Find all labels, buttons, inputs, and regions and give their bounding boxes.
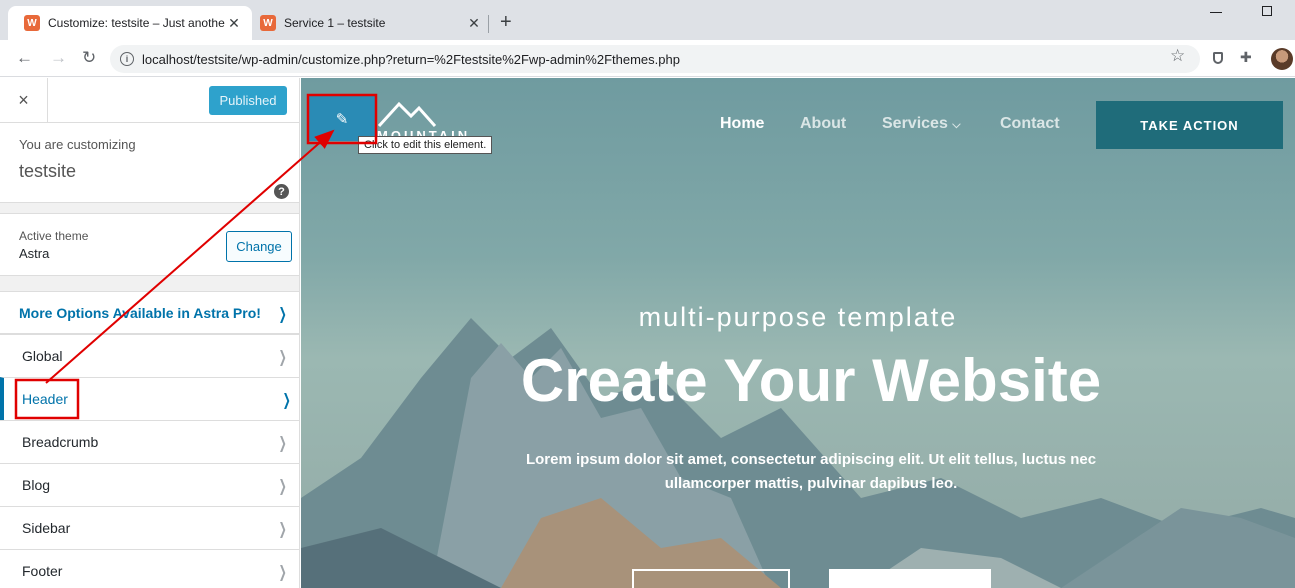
take-action-button[interactable]: TAKE ACTION <box>1096 101 1283 149</box>
info-icon[interactable]: i <box>120 52 134 66</box>
active-theme-panel: Active theme Astra Change <box>0 213 299 276</box>
mountain-logo-icon <box>377 101 437 128</box>
help-icon[interactable]: ? <box>274 184 289 199</box>
chevron-right-icon: ❯ <box>278 519 287 538</box>
tab-close-icon[interactable]: ✕ <box>226 15 242 32</box>
browser-toolbar: ← → ↻ i localhost/testsite/wp-admin/cust… <box>0 40 1295 77</box>
customizing-label: You are customizing <box>19 137 136 152</box>
site-name: testsite <box>19 161 77 181</box>
hero-subtitle: multi-purpose template <box>638 302 958 332</box>
published-button[interactable]: Published <box>209 86 287 115</box>
sidebar-item-astra-pro[interactable]: More Options Available in Astra Pro! ❯ <box>0 291 299 334</box>
sidebar-item-footer[interactable]: Footer ❯ <box>0 549 299 588</box>
hero-solid-button[interactable] <box>829 569 991 588</box>
forward-arrow-icon[interactable]: → <box>50 48 67 68</box>
customizer-header: × Published <box>0 78 299 123</box>
reload-icon[interactable]: ↻ <box>82 48 96 68</box>
pencil-icon: ✎ <box>335 110 349 128</box>
chevron-right-icon: ❯ <box>278 347 287 366</box>
sidebar-item-breadcrumb[interactable]: Breadcrumb ❯ <box>0 420 299 463</box>
active-theme-label: Active theme <box>19 229 89 243</box>
sidebar-item-label: Header <box>22 391 68 407</box>
chevron-right-icon: ❯ <box>278 304 287 323</box>
sidebar-item-global[interactable]: Global ❯ <box>0 334 299 377</box>
nav-link-label: Services <box>882 115 948 132</box>
browser-tab-service[interactable]: W Service 1 – testsite ✕ <box>252 6 492 40</box>
wordpress-favicon-icon: W <box>24 15 40 31</box>
tab-title: Service 1 – testsite <box>284 16 386 30</box>
sidebar-item-label: Sidebar <box>22 520 71 536</box>
address-bar[interactable]: i localhost/testsite/wp-admin/customize.… <box>110 45 1200 73</box>
tab-separator <box>488 15 489 33</box>
nav-link-about[interactable]: About <box>800 115 846 133</box>
sidebar-item-label: Blog <box>22 477 51 493</box>
tab-title: Customize: testsite – Just anothe <box>48 16 225 30</box>
avatar[interactable] <box>1271 48 1293 70</box>
maximize-window-icon[interactable] <box>1262 6 1272 16</box>
close-customizer-button[interactable]: × <box>0 78 48 123</box>
chevron-right-icon: ❯ <box>278 562 287 581</box>
nav-link-services[interactable]: Services ⌵ <box>882 115 961 133</box>
customizing-info: You are customizing testsite ? <box>0 123 299 203</box>
sidebar-item-blog[interactable]: Blog ❯ <box>0 463 299 506</box>
sidebar-item-label: Global <box>22 348 63 364</box>
puzzle-icon[interactable]: ✚ <box>1240 49 1252 66</box>
chevron-right-icon: ❯ <box>278 433 287 452</box>
sidebar-item-label: Footer <box>22 563 63 579</box>
nav-link-contact[interactable]: Contact <box>1000 115 1060 133</box>
site-preview: MOUNTAIN ✎ Click to edit this element. H… <box>301 78 1295 588</box>
shield-icon[interactable] <box>1213 52 1223 64</box>
url-text: localhost/testsite/wp-admin/customize.ph… <box>142 51 680 67</box>
edit-tooltip: Click to edit this element. <box>358 136 493 154</box>
customizer-sidebar: × Published You are customizing testsite… <box>0 78 300 588</box>
sidebar-item-label: Breadcrumb <box>22 434 99 450</box>
hero-description: Lorem ipsum dolor sit amet, consectetur … <box>525 451 1097 492</box>
chevron-right-icon: ❯ <box>282 390 291 409</box>
sidebar-item-label: More Options Available in Astra Pro! <box>19 304 261 321</box>
sidebar-item-sidebar[interactable]: Sidebar ❯ <box>0 506 299 549</box>
sidebar-item-header[interactable]: Header ❯ <box>0 377 299 420</box>
nav-link-home[interactable]: Home <box>720 115 764 133</box>
hero-title: Create Your Website <box>520 347 1102 414</box>
minimize-window-icon[interactable] <box>1210 12 1222 13</box>
tab-close-icon[interactable]: ✕ <box>466 15 482 32</box>
back-arrow-icon[interactable]: ← <box>16 48 33 68</box>
new-tab-button[interactable]: + <box>500 10 512 34</box>
edit-header-shortcut-button[interactable]: ✎ <box>308 96 376 141</box>
chevron-right-icon: ❯ <box>278 476 287 495</box>
star-icon[interactable]: ☆ <box>1170 46 1185 66</box>
hero-outline-button[interactable] <box>632 569 790 588</box>
browser-tabstrip: W Customize: testsite – Just anothe ✕ W … <box>0 0 1295 40</box>
mountain-background-image <box>301 318 1295 588</box>
change-theme-button[interactable]: Change <box>226 231 292 262</box>
chevron-down-icon: ⌵ <box>952 119 961 131</box>
wordpress-favicon-icon: W <box>260 15 276 31</box>
browser-tab-customize[interactable]: W Customize: testsite – Just anothe ✕ <box>8 6 252 40</box>
theme-name: Astra <box>19 246 50 261</box>
